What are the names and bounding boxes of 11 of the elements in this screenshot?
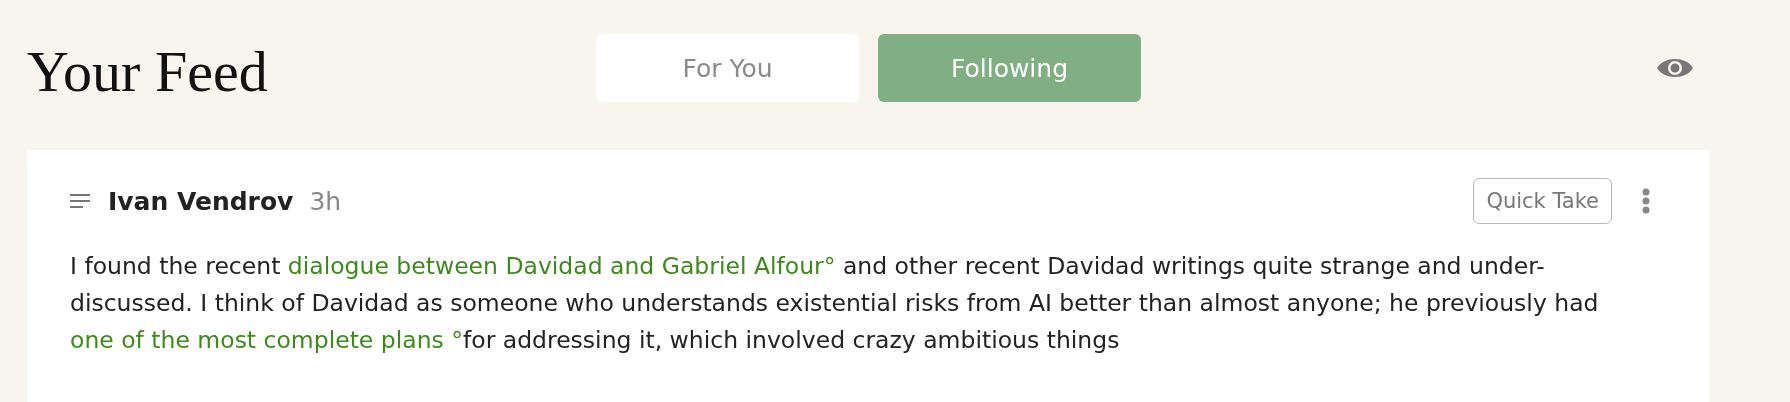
- feed-title: Your Feed: [27, 37, 269, 105]
- feed-tab[interactable]: Following: [878, 34, 1141, 102]
- quick-take-button[interactable]: Quick Take: [1473, 178, 1612, 224]
- post-body: I found the recent dialogue between Davidad and Gabriel Alfour° and other recent Davidad writings quite strange and under-discussed. I think of Davidad as someone who understands existential risks from AI better than almost anyone; he previously had one of the most complete plans °for addressing it, which involved crazy ambitious things: [70, 251, 1600, 356]
- more-options-icon[interactable]: [1642, 188, 1650, 214]
- post-age: 3h: [309, 186, 342, 216]
- inline-link[interactable]: one of the most complete plans °: [70, 326, 463, 354]
- feed-tab[interactable]: For You: [596, 34, 859, 102]
- inline-link[interactable]: dialogue between Davidad and Gabriel Alfour°: [287, 252, 836, 280]
- author-name[interactable]: Ivan Vendrov: [108, 186, 294, 216]
- menu-icon: [70, 194, 90, 208]
